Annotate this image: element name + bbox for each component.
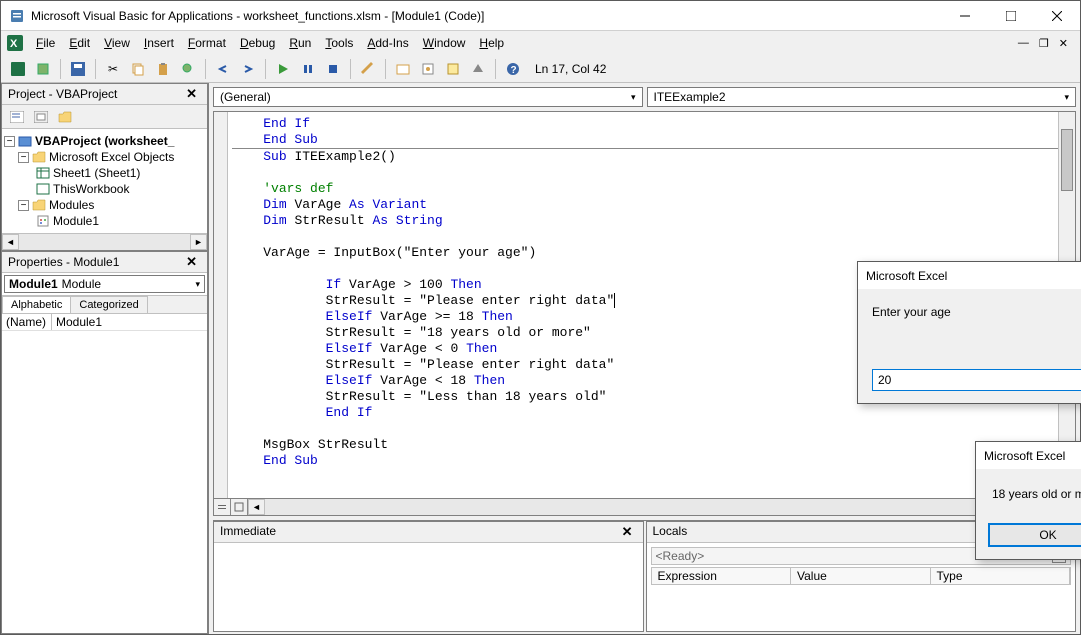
code-margin[interactable] [214, 112, 228, 498]
app-icon [9, 8, 25, 24]
main-area: Project - VBAProject ✕ −VBAProject (work… [1, 83, 1080, 634]
titlebar: Microsoft Visual Basic for Applications … [1, 1, 1080, 31]
menu-view[interactable]: View [97, 34, 137, 52]
project-close-button[interactable]: ✕ [182, 86, 201, 102]
maximize-button[interactable] [988, 1, 1034, 30]
properties-object-dropdown[interactable]: Module1 Module▾ [2, 273, 207, 296]
code-column: (General)▾ ITEExample2▾ End If End Sub S… [209, 83, 1080, 634]
menu-edit[interactable]: Edit [62, 34, 97, 52]
svg-text:?: ? [511, 65, 517, 76]
design-mode-button[interactable] [357, 58, 379, 80]
immediate-close-button[interactable]: ✕ [618, 524, 637, 540]
undo-button[interactable] [212, 58, 234, 80]
code-hscroll[interactable] [265, 499, 1058, 515]
mdi-restore-button[interactable]: ❐ [1035, 37, 1053, 50]
properties-title: Properties - Module1 ✕ [2, 252, 207, 273]
run-button[interactable] [272, 58, 294, 80]
close-button[interactable] [1034, 1, 1080, 30]
save-button[interactable] [67, 58, 89, 80]
msgbox-ok-button[interactable]: OK [988, 523, 1081, 547]
toggle-folders-button[interactable] [54, 106, 76, 128]
main-window: Microsoft Visual Basic for Applications … [0, 0, 1081, 635]
menu-file[interactable]: File [29, 34, 62, 52]
menu-window[interactable]: Window [416, 34, 473, 52]
cut-button[interactable]: ✂ [102, 58, 124, 80]
project-toolbar [2, 105, 207, 129]
menu-run[interactable]: Run [282, 34, 318, 52]
properties-button[interactable] [417, 58, 439, 80]
msgbox-message: 18 years old or more [988, 487, 1081, 501]
view-object-button[interactable] [30, 106, 52, 128]
properties-tabs: Alphabetic Categorized [2, 296, 207, 314]
inputbox-input[interactable] [872, 369, 1081, 391]
mdi-minimize-button[interactable]: — [1014, 37, 1033, 50]
menu-debug[interactable]: Debug [233, 34, 282, 52]
toolbox-button[interactable] [467, 58, 489, 80]
view-code-button[interactable] [6, 106, 28, 128]
insert-button[interactable] [32, 58, 54, 80]
menu-insert[interactable]: Insert [137, 34, 181, 52]
mdi-close-button[interactable]: ✕ [1055, 37, 1072, 50]
project-explorer-title: Project - VBAProject ✕ [2, 84, 207, 105]
window-controls [942, 1, 1080, 30]
break-button[interactable] [297, 58, 319, 80]
project-tree[interactable]: −VBAProject (worksheet_ −Microsoft Excel… [2, 129, 207, 233]
find-button[interactable] [177, 58, 199, 80]
menu-tools[interactable]: Tools [318, 34, 360, 52]
object-dropdown[interactable]: (General)▾ [213, 87, 643, 107]
minimize-button[interactable] [942, 1, 988, 30]
immediate-window: Immediate✕ [213, 521, 644, 632]
view-excel-button[interactable] [7, 58, 29, 80]
cursor-position: Ln 17, Col 42 [535, 62, 606, 76]
object-browser-button[interactable] [442, 58, 464, 80]
bottom-panels: Immediate✕ Locals✕ <Ready>... Expression… [213, 520, 1076, 632]
inputbox-prompt: Enter your age [872, 305, 1081, 319]
properties-panel: Properties - Module1 ✕ Module1 Module▾ A… [1, 251, 208, 634]
menu-format[interactable]: Format [181, 34, 233, 52]
excel-icon[interactable]: X [5, 33, 25, 53]
code-dropdowns: (General)▾ ITEExample2▾ [209, 83, 1080, 111]
menu-add-ins[interactable]: Add-Ins [360, 34, 415, 52]
copy-button[interactable] [127, 58, 149, 80]
inputbox-dialog: Microsoft Excel✕ Enter your age OK Cance… [857, 261, 1081, 404]
procedure-dropdown[interactable]: ITEExample2▾ [647, 87, 1077, 107]
toolbar: ✂ ? Ln 17, Col 42 [1, 55, 1080, 83]
tree-module1[interactable]: Module1 [4, 213, 205, 229]
properties-close-button[interactable]: ✕ [182, 254, 201, 270]
menubar: X FileEditViewInsertFormatDebugRunToolsA… [1, 31, 1080, 55]
left-column: Project - VBAProject ✕ −VBAProject (work… [1, 83, 209, 634]
msgbox-dialog: Microsoft Excel✕ 18 years old or more OK [975, 441, 1081, 560]
tree-workbook[interactable]: ThisWorkbook [4, 181, 205, 197]
menu-help[interactable]: Help [472, 34, 511, 52]
immediate-body[interactable] [214, 543, 643, 631]
project-hscroll[interactable]: ◄► [2, 233, 207, 250]
svg-text:X: X [10, 38, 18, 50]
redo-button[interactable] [237, 58, 259, 80]
tab-alphabetic[interactable]: Alphabetic [2, 296, 71, 313]
tree-sheet1[interactable]: Sheet1 (Sheet1) [4, 165, 205, 181]
window-title: Microsoft Visual Basic for Applications … [31, 9, 942, 23]
help-button[interactable]: ? [502, 58, 524, 80]
paste-button[interactable] [152, 58, 174, 80]
project-explorer: Project - VBAProject ✕ −VBAProject (work… [1, 83, 208, 251]
property-row[interactable]: (Name) Module1 [2, 314, 207, 331]
full-view-button[interactable] [231, 499, 248, 515]
project-explorer-button[interactable] [392, 58, 414, 80]
locals-columns: ExpressionValueType [651, 567, 1072, 585]
procedure-view-button[interactable] [214, 499, 231, 515]
reset-button[interactable] [322, 58, 344, 80]
tab-categorized[interactable]: Categorized [70, 296, 147, 313]
